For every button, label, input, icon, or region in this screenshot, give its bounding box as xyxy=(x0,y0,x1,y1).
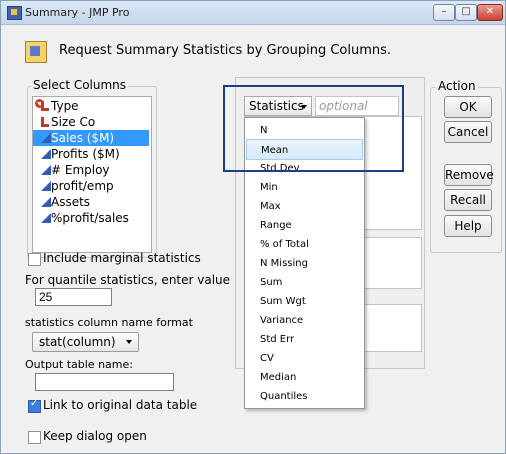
window-title: Summary - JMP Pro xyxy=(25,6,130,19)
continuous-icon xyxy=(41,181,51,191)
menu-item-sum[interactable]: Sum xyxy=(246,272,363,293)
chevron-down-icon xyxy=(301,105,307,109)
link-original-checkbox[interactable] xyxy=(28,398,41,413)
title-bar[interactable]: Summary - JMP Pro – □ ✕ xyxy=(1,1,505,25)
menu-item-std-dev[interactable]: Std Dev xyxy=(246,158,363,179)
continuous-icon xyxy=(41,165,51,175)
menu-item-min[interactable]: Min xyxy=(246,177,363,198)
summary-dialog-window: Summary - JMP Pro – □ ✕ Request Summary … xyxy=(0,0,506,454)
group-role-box[interactable] xyxy=(363,237,422,289)
maximize-button[interactable]: □ xyxy=(455,4,477,21)
column-list[interactable]: Type Size Co Sales ($M) Profits ($M) # E… xyxy=(32,96,152,253)
ok-button[interactable]: OK xyxy=(444,96,492,118)
menu-item-max[interactable]: Max xyxy=(246,196,363,217)
optional-placeholder: optional xyxy=(315,96,399,116)
minimize-button[interactable]: – xyxy=(433,4,455,21)
cancel-button[interactable]: Cancel xyxy=(444,121,492,143)
column-item-profits[interactable]: Profits ($M) xyxy=(33,146,149,162)
link-original-label: Link to original data table xyxy=(43,398,198,412)
menu-item-quantiles[interactable]: Quantiles xyxy=(246,386,363,407)
menu-item-median[interactable]: Median xyxy=(246,367,363,388)
summary-platform-icon xyxy=(25,41,47,63)
continuous-icon xyxy=(41,197,51,207)
select-columns-label: Select Columns xyxy=(31,78,129,92)
continuous-icon xyxy=(41,133,51,143)
menu-item-n-missing[interactable]: N Missing xyxy=(246,253,363,274)
menu-item-cv[interactable]: CV xyxy=(246,348,363,369)
name-format-select[interactable]: stat(column) xyxy=(32,332,139,352)
keep-dialog-label: Keep dialog open xyxy=(43,429,147,443)
menu-item-n[interactable]: N xyxy=(246,120,363,141)
column-item-assets[interactable]: Assets xyxy=(33,194,149,210)
output-table-label: Output table name: xyxy=(25,358,133,371)
marginal-statistics-checkbox[interactable] xyxy=(28,253,41,266)
menu-item-variance[interactable]: Variance xyxy=(246,310,363,331)
nominal-icon xyxy=(41,117,49,127)
nominal-icon xyxy=(41,101,49,111)
chevron-down-icon xyxy=(126,340,132,344)
name-format-value: stat(column) xyxy=(39,335,116,349)
recall-button[interactable]: Recall xyxy=(444,189,492,211)
continuous-icon xyxy=(41,149,51,159)
menu-item-pct-total[interactable]: % of Total xyxy=(246,234,363,255)
menu-item-std-err[interactable]: Std Err xyxy=(246,329,363,350)
subgroup-role-box[interactable] xyxy=(363,304,422,352)
statistics-dropdown-button[interactable]: Statistics xyxy=(244,96,312,116)
marginal-statistics-label: Include marginal statistics xyxy=(43,251,201,265)
jmp-app-icon xyxy=(7,6,22,20)
column-item-sales[interactable]: Sales ($M) xyxy=(33,130,149,146)
remove-button[interactable]: Remove xyxy=(444,164,494,186)
close-button[interactable]: ✕ xyxy=(477,4,503,21)
name-format-label: statistics column name format xyxy=(25,316,193,329)
quantile-label: For quantile statistics, enter value (%) xyxy=(25,273,255,287)
keep-dialog-checkbox[interactable] xyxy=(28,431,41,444)
help-button[interactable]: Help xyxy=(444,215,492,237)
quantile-input[interactable] xyxy=(35,288,112,306)
output-table-input[interactable] xyxy=(35,373,174,391)
menu-item-sum-wgt[interactable]: Sum Wgt xyxy=(246,291,363,312)
column-item-type[interactable]: Type xyxy=(33,98,149,114)
action-label: Action xyxy=(436,79,478,93)
menu-item-mean[interactable]: Mean xyxy=(246,139,363,160)
column-item-profit-sales[interactable]: %profit/sales xyxy=(33,210,149,226)
column-item-profit-emp[interactable]: profit/emp xyxy=(33,178,149,194)
column-item-size-co[interactable]: Size Co xyxy=(33,114,149,130)
continuous-icon xyxy=(41,213,51,223)
column-item-employ[interactable]: # Employ xyxy=(33,162,149,178)
menu-item-range[interactable]: Range xyxy=(246,215,363,236)
statistics-button-label: Statistics xyxy=(249,99,304,113)
statistics-menu: N Mean Std Dev Min Max Range % of Total … xyxy=(244,117,365,409)
dialog-heading: Request Summary Statistics by Grouping C… xyxy=(59,43,392,58)
